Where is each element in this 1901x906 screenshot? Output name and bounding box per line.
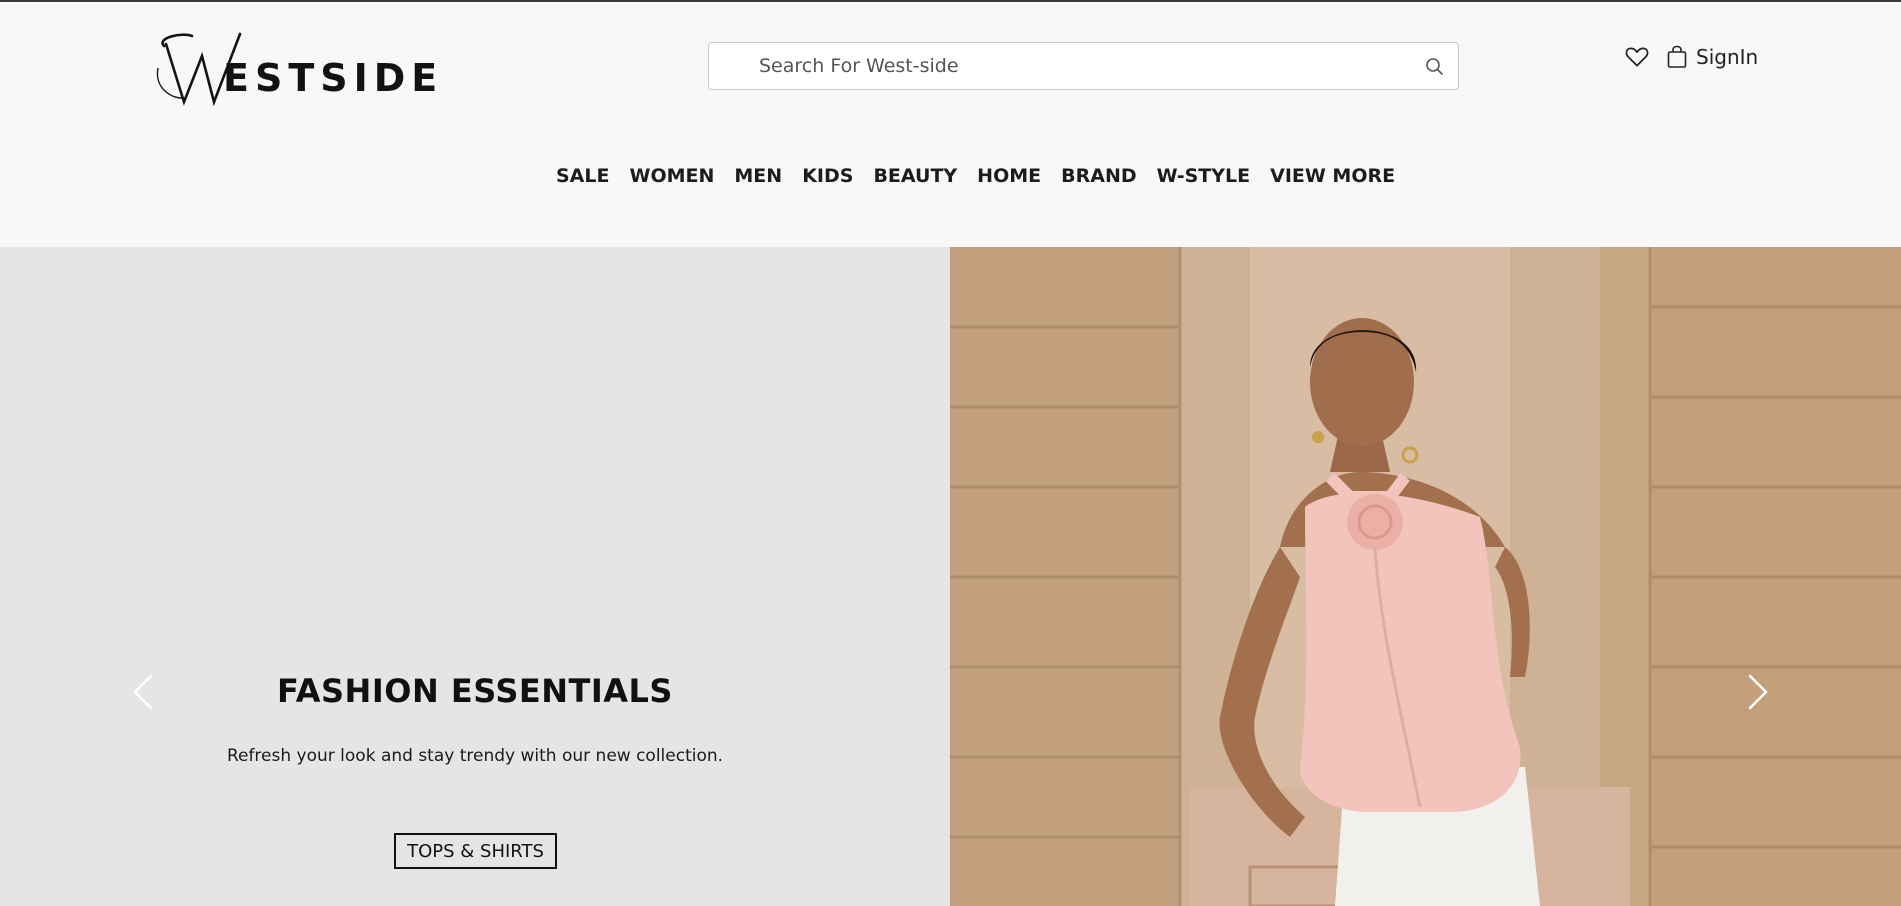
tops-shirts-button[interactable]: TOPS & SHIRTS xyxy=(394,833,557,869)
hero-text-panel: FASHION ESSENTIALS Refresh your look and… xyxy=(0,247,950,906)
header-actions: SignIn xyxy=(1624,42,1758,72)
nav-item-sale[interactable]: SALE xyxy=(556,165,609,187)
shopping-bag-icon[interactable] xyxy=(1666,45,1688,69)
nav-item-view-more[interactable]: VIEW MORE xyxy=(1270,165,1395,187)
logo-wordmark: ESTSIDE xyxy=(223,56,444,100)
nav-item-home[interactable]: HOME xyxy=(977,165,1041,187)
nav-item-w-style[interactable]: W-STYLE xyxy=(1157,165,1250,187)
nav-item-brand[interactable]: BRAND xyxy=(1061,165,1137,187)
nav-item-men[interactable]: MEN xyxy=(734,165,782,187)
search-bar[interactable] xyxy=(708,42,1459,90)
main-nav: SALE WOMEN MEN KIDS BEAUTY HOME BRAND W-… xyxy=(556,165,1395,187)
chevron-right-icon[interactable] xyxy=(1746,672,1770,712)
hero-carousel: FASHION ESSENTIALS Refresh your look and… xyxy=(0,247,1901,906)
search-icon[interactable] xyxy=(1424,56,1444,76)
heart-icon[interactable] xyxy=(1624,44,1650,70)
signin-link[interactable]: SignIn xyxy=(1696,45,1758,69)
hero-image xyxy=(950,247,1901,906)
site-header: ESTSIDE SignIn SALE WOMEN MEN KIDS BEAUT… xyxy=(0,2,1901,247)
westside-logo[interactable]: ESTSIDE xyxy=(152,28,437,108)
nav-item-women[interactable]: WOMEN xyxy=(629,165,714,187)
nav-item-kids[interactable]: KIDS xyxy=(802,165,853,187)
chevron-left-icon[interactable] xyxy=(131,672,155,712)
search-input[interactable] xyxy=(759,43,1399,89)
model-photo-image xyxy=(950,247,1901,906)
nav-item-beauty[interactable]: BEAUTY xyxy=(873,165,957,187)
hero-subtitle: Refresh your look and stay trendy with o… xyxy=(226,746,724,766)
